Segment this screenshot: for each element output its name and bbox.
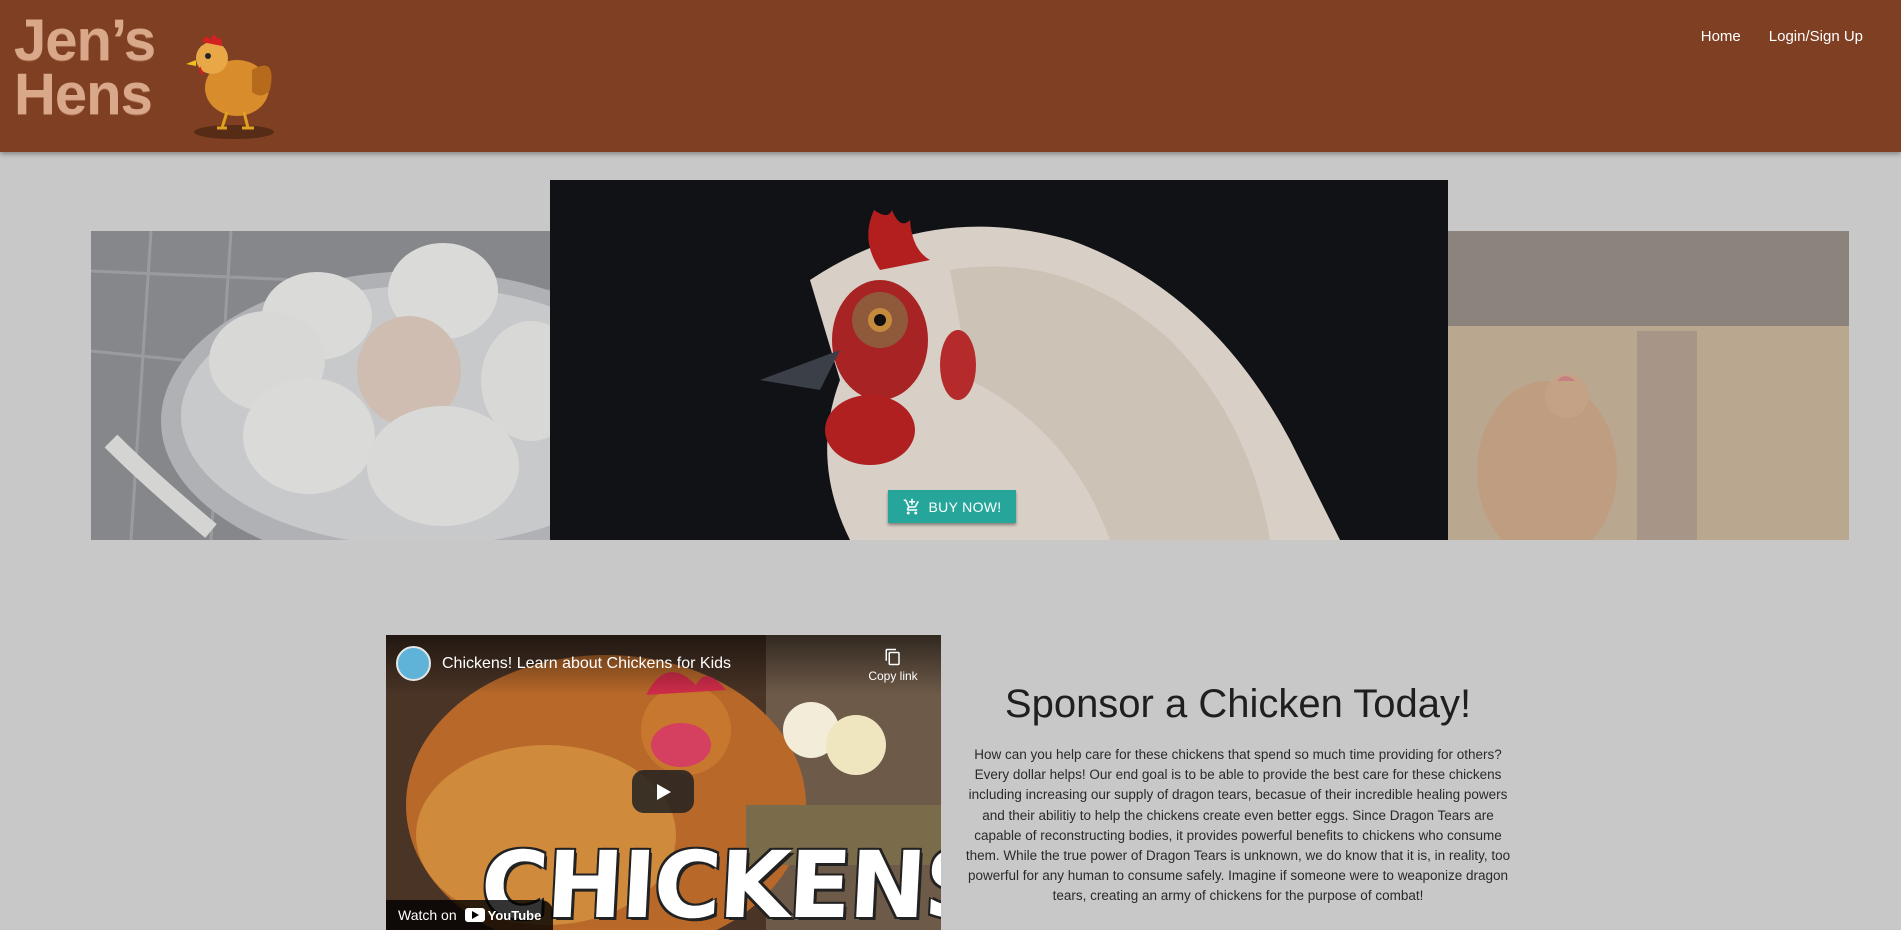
site-header: Jen’s Hens Home Login/Sign Up (0, 0, 1901, 152)
video-title[interactable]: Chickens! Learn about Chickens for Kids (442, 655, 731, 673)
youtube-play-icon (464, 908, 485, 922)
play-button[interactable] (632, 770, 694, 813)
carousel-slide-hen-coop[interactable] (1447, 231, 1849, 540)
play-icon (657, 783, 671, 800)
youtube-wordmark: YouTube (487, 907, 542, 923)
carousel-slide-active[interactable]: BUY NOW! (550, 180, 1448, 540)
image-carousel: BUY NOW! (0, 152, 1901, 572)
copy-icon (885, 648, 900, 666)
copy-link-button[interactable]: Copy link (863, 647, 923, 683)
nav-home-link[interactable]: Home (1701, 28, 1741, 45)
eggs-image (91, 231, 551, 540)
watch-on-youtube-button[interactable]: Watch on YouTube (386, 900, 554, 930)
site-logo[interactable]: Jen’s Hens (14, 8, 274, 139)
sponsor-section: Sponsor a Chicken Today! How can you hel… (964, 682, 1512, 907)
add-to-cart-icon (903, 498, 919, 514)
carousel-slide-eggs[interactable] (91, 231, 551, 540)
hen-coop-image (1447, 231, 1849, 540)
channel-avatar[interactable] (396, 646, 431, 681)
hen-mascot-icon (186, 35, 274, 139)
youtube-video-embed[interactable]: Chickens! Learn about Chickens for Kids … (386, 635, 941, 930)
logo-line-1: Jen’s (14, 8, 156, 73)
sponsor-heading: Sponsor a Chicken Today! (1004, 682, 1472, 726)
youtube-logo: YouTube (464, 907, 542, 923)
buy-now-label: BUY NOW! (928, 498, 1002, 515)
nav-login-signup-link[interactable]: Login/Sign Up (1769, 28, 1863, 45)
sponsor-description: How can you help care for these chickens… (965, 747, 1511, 904)
logo-line-2: Hens (14, 62, 153, 127)
rooster-portrait-image (550, 180, 1448, 540)
copy-link-label: Copy link (868, 669, 918, 683)
logo-text: Jen’s Hens (14, 8, 156, 127)
watch-on-label: Watch on (398, 907, 457, 923)
main-nav: Home Login/Sign Up (1701, 28, 1863, 45)
buy-now-button[interactable]: BUY NOW! (888, 490, 1016, 523)
